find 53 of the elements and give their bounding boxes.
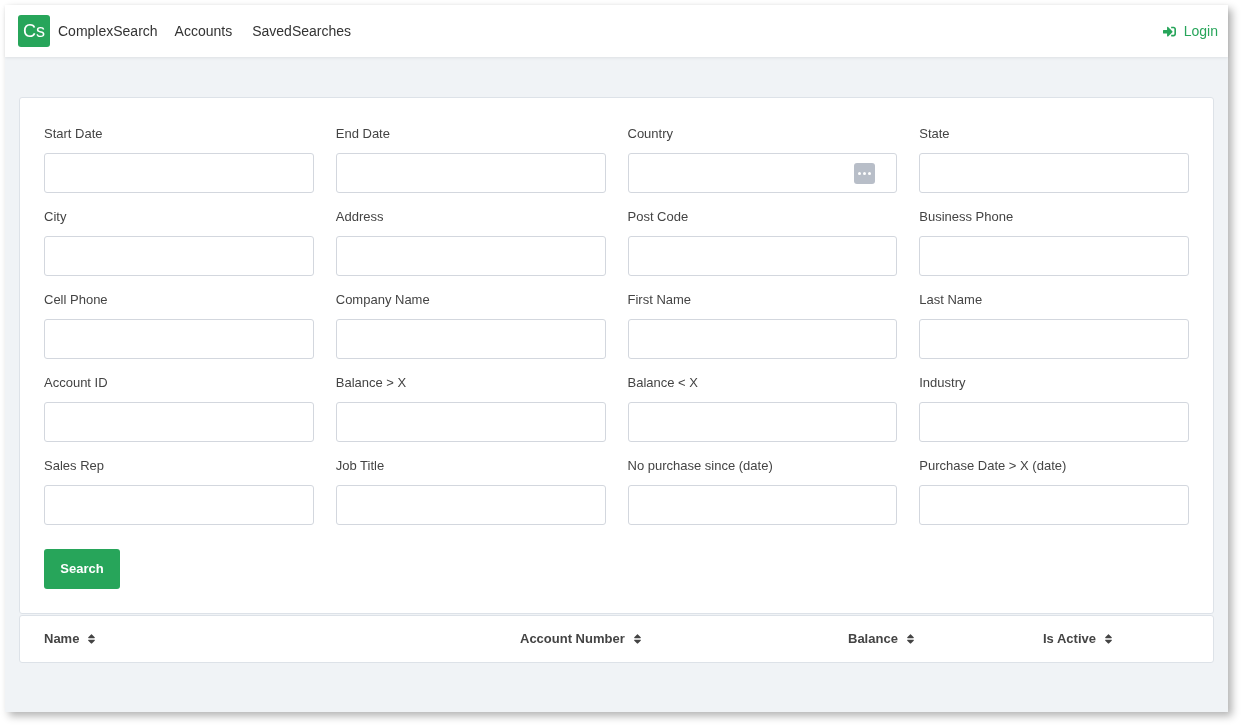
field-label: Company Name bbox=[335, 291, 431, 308]
input-field[interactable] bbox=[44, 402, 314, 442]
input-field[interactable] bbox=[44, 153, 314, 193]
field-label: End Date bbox=[335, 125, 391, 142]
sign-in-icon bbox=[1162, 24, 1176, 38]
input-field[interactable] bbox=[627, 402, 898, 442]
field-label: Balance < X bbox=[627, 374, 699, 391]
column-header[interactable]: Balance bbox=[848, 629, 1043, 649]
field-label: Purchase Date > X (date) bbox=[919, 457, 1068, 474]
field-label: Cell Phone bbox=[44, 291, 109, 308]
field-label: Post Code bbox=[627, 208, 690, 225]
sort-icon bbox=[87, 633, 97, 645]
input-field[interactable] bbox=[335, 402, 606, 442]
input-field[interactable] bbox=[919, 153, 1189, 193]
input-field[interactable] bbox=[335, 153, 606, 193]
column-header[interactable]: Name bbox=[44, 629, 520, 649]
input-field[interactable] bbox=[627, 236, 898, 276]
input-field[interactable] bbox=[627, 319, 898, 359]
input-field[interactable] bbox=[919, 402, 1189, 442]
field-label: City bbox=[44, 208, 68, 225]
field-label: Start Date bbox=[44, 125, 104, 142]
sort-icon bbox=[1104, 633, 1113, 645]
input-field[interactable] bbox=[335, 319, 606, 359]
input-field[interactable] bbox=[44, 236, 314, 276]
field-label: Sales Rep bbox=[44, 457, 105, 474]
nav-link[interactable]: SavedSearches bbox=[252, 20, 352, 42]
field-label: Account ID bbox=[44, 374, 109, 391]
field-label: Address bbox=[335, 208, 385, 225]
field-label: Industry bbox=[919, 374, 967, 391]
column-header[interactable]: Is Active bbox=[1043, 629, 1213, 649]
sort-icon bbox=[632, 633, 642, 645]
field-label: First Name bbox=[627, 291, 693, 308]
nav-link[interactable]: Accounts bbox=[174, 20, 233, 42]
field-label: No purchase since (date) bbox=[627, 457, 774, 474]
input-field[interactable] bbox=[44, 319, 314, 359]
picker-field[interactable] bbox=[627, 153, 898, 193]
input-field[interactable] bbox=[919, 236, 1189, 276]
input-field[interactable] bbox=[919, 485, 1189, 525]
field-label: Last Name bbox=[919, 291, 984, 308]
field-label: Job Title bbox=[335, 457, 386, 474]
input-field[interactable] bbox=[919, 319, 1189, 359]
field-label: Balance > X bbox=[335, 374, 408, 391]
column-header[interactable]: Account Number bbox=[520, 629, 848, 649]
input-field[interactable] bbox=[335, 485, 606, 525]
sort-icon bbox=[905, 633, 915, 645]
input-field[interactable] bbox=[44, 485, 314, 525]
input-field[interactable] bbox=[335, 236, 606, 276]
input-field[interactable] bbox=[627, 485, 898, 525]
field-label: Business Phone bbox=[919, 208, 1015, 225]
field-label: State bbox=[919, 125, 951, 142]
brand-link[interactable]: ComplexSearch bbox=[58, 20, 158, 42]
field-label: Country bbox=[627, 125, 675, 142]
ellipsis-button-icon[interactable] bbox=[854, 162, 876, 184]
